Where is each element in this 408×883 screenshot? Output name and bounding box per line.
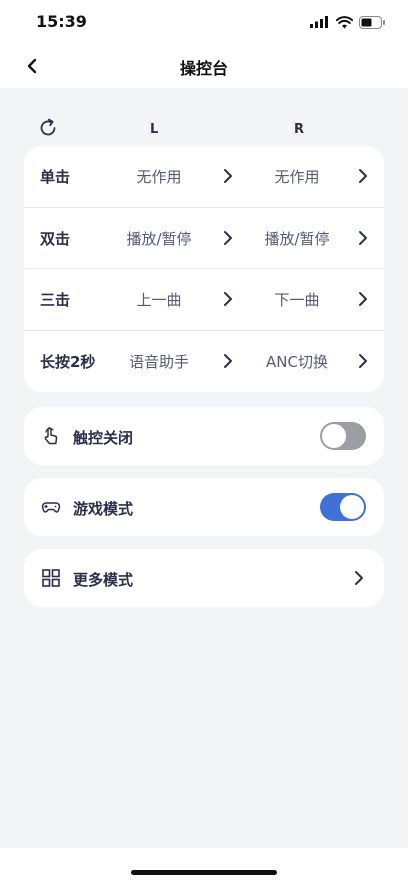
gesture-label: 双击 — [40, 229, 71, 248]
chevron-right-icon[interactable] — [221, 291, 235, 307]
right-action[interactable]: 下一曲 — [252, 269, 342, 330]
chevron-right-icon[interactable] — [356, 353, 370, 369]
touch-off-label: 触控关闭 — [73, 429, 134, 447]
chevron-right-icon[interactable] — [356, 230, 370, 246]
right-action[interactable]: 播放/暂停 — [252, 208, 342, 269]
gesture-row-triple: 三击 上一曲 下一曲 — [24, 269, 384, 331]
refresh-button[interactable] — [37, 117, 59, 139]
refresh-icon — [40, 118, 56, 136]
toggle-knob — [322, 424, 346, 448]
chevron-right-icon[interactable] — [356, 291, 370, 307]
gamepad-icon — [41, 502, 61, 513]
nav-bar: 操控台 — [0, 44, 408, 88]
status-bar: 15:39 — [0, 0, 408, 44]
status-icons — [310, 12, 386, 32]
gesture-row-double: 双击 播放/暂停 播放/暂停 — [24, 208, 384, 269]
chevron-right-icon[interactable] — [221, 168, 235, 184]
left-action[interactable]: 上一曲 — [114, 269, 204, 330]
chevron-right-icon[interactable] — [221, 353, 235, 369]
more-modes-row[interactable]: 更多模式 — [24, 549, 384, 607]
left-action[interactable]: 语音助手 — [114, 331, 204, 392]
gesture-label: 三击 — [40, 291, 71, 309]
game-mode-label: 游戏模式 — [73, 500, 134, 518]
gesture-label: 单击 — [40, 168, 71, 186]
page-title: 操控台 — [179, 59, 228, 78]
game-mode-row: 游戏模式 — [24, 478, 384, 536]
left-action[interactable]: 播放/暂停 — [114, 208, 204, 269]
wifi-icon — [336, 15, 353, 28]
right-action[interactable]: ANC切换 — [252, 331, 342, 392]
chevron-right-icon[interactable] — [356, 168, 370, 184]
home-indicator[interactable] — [131, 870, 277, 875]
left-column-header: L — [150, 122, 159, 137]
toggle-knob — [340, 495, 364, 519]
chevron-right-icon[interactable] — [221, 230, 235, 246]
right-column-header: R — [294, 122, 305, 137]
gesture-label: 长按2秒 — [40, 352, 96, 371]
touch-off-toggle[interactable] — [320, 422, 366, 450]
top-bar: 15:39 操控台 — [0, 0, 408, 88]
battery-icon — [359, 15, 385, 29]
touch-off-row: 触控关闭 — [24, 407, 384, 465]
gesture-row-long-press: 长按2秒 语音助手 ANC切换 — [24, 331, 384, 393]
game-mode-toggle[interactable] — [320, 493, 366, 521]
signal-icon — [310, 16, 328, 28]
bottom-bar — [0, 848, 408, 883]
touch-icon — [44, 427, 58, 445]
gesture-card: 单击 无作用 无作用 双击 播放/暂停 播放/暂停 三击 上一曲 下一曲 长按2… — [24, 146, 384, 392]
grid-icon — [42, 569, 60, 587]
gesture-row-single: 单击 无作用 无作用 — [24, 146, 384, 208]
chevron-right-icon — [355, 571, 363, 585]
more-modes-label: 更多模式 — [73, 571, 134, 589]
gesture-header: L R — [24, 114, 384, 142]
right-action[interactable]: 无作用 — [252, 146, 342, 207]
left-action[interactable]: 无作用 — [114, 146, 204, 207]
status-time: 15:39 — [36, 12, 87, 31]
